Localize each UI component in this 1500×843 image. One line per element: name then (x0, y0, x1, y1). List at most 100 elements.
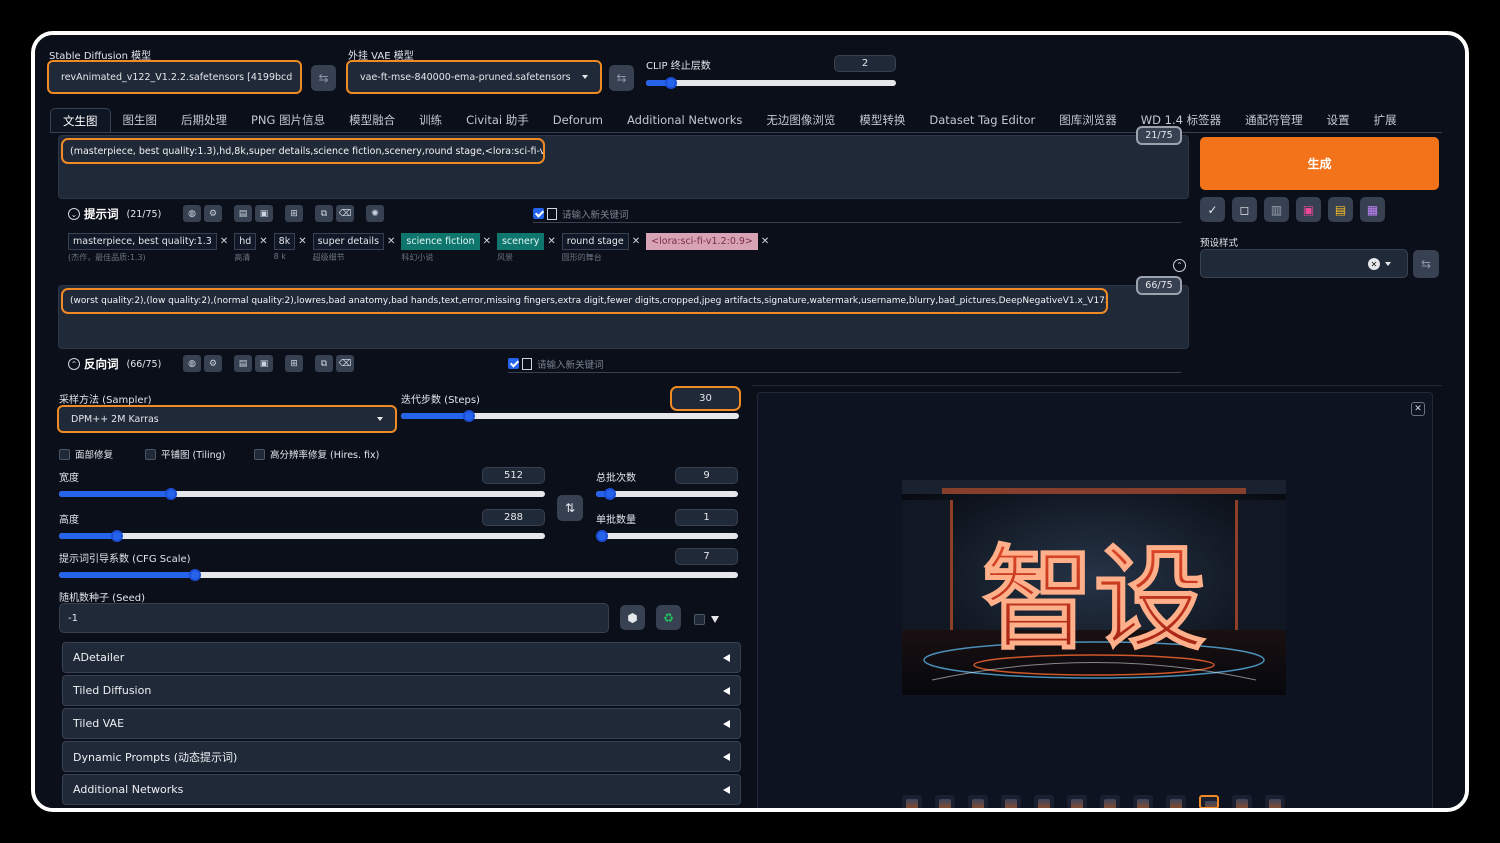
sampler-select[interactable]: DPM++ 2M Karras (57, 405, 397, 433)
tab-11[interactable]: Dataset Tag Editor (917, 108, 1047, 132)
tab-7[interactable]: Deforum (541, 108, 615, 132)
remove-tag-icon[interactable]: ✕ (761, 236, 769, 247)
remove-tag-icon[interactable]: ✕ (387, 236, 395, 247)
thumbnail[interactable] (1067, 795, 1087, 808)
tab-16[interactable]: 扩展 (1362, 108, 1409, 132)
negative-kw-checkbox[interactable] (508, 358, 519, 369)
prompt-tag[interactable]: <lora:sci-fi-v1.2:0.9> ✕ (646, 233, 769, 263)
tab-10[interactable]: 模型转换 (847, 108, 917, 132)
clip-slider[interactable] (646, 77, 896, 89)
trash-icon[interactable]: ⌫ (336, 355, 354, 372)
remove-tag-icon[interactable]: ✕ (259, 236, 267, 247)
tab-12[interactable]: 图库浏览器 (1047, 108, 1129, 132)
save-icon[interactable]: ▦ (1360, 197, 1385, 222)
paste-icon[interactable]: ▤ (234, 355, 252, 372)
accordion-2[interactable]: Tiled VAE (62, 708, 741, 739)
prompt-tag-text[interactable]: round stage (561, 233, 629, 250)
prompt-tag[interactable]: scenery ✕ 风景 (496, 233, 556, 263)
apply-style-button[interactable]: ⇆ (1413, 250, 1439, 278)
tiling-option[interactable]: 平铺图 (Tiling) (145, 447, 225, 461)
swap-dimensions-button[interactable]: ⇅ (557, 495, 583, 521)
thumbnail[interactable] (1232, 795, 1252, 808)
copy-icon[interactable]: ⧉ (315, 205, 333, 222)
extra-seed-toggle-icon[interactable] (711, 616, 719, 623)
gear-icon[interactable]: ⚙ (204, 355, 222, 372)
clip-slider-knob[interactable] (665, 77, 677, 89)
prompt-tag-chip[interactable]: super details ✕ (312, 233, 395, 250)
negative-keyword-input[interactable]: 请输入新关键词 (537, 357, 604, 371)
remove-tag-icon[interactable]: ✕ (632, 236, 640, 247)
face-restore-option[interactable]: 面部修复 (59, 447, 113, 461)
remove-tag-icon[interactable]: ✕ (547, 236, 555, 247)
tab-5[interactable]: 训练 (407, 108, 454, 132)
clip-value[interactable]: 2 (834, 55, 896, 72)
batch-size-slider-knob[interactable] (596, 530, 608, 542)
batch-count-slider-knob[interactable] (604, 488, 617, 500)
prompt-tag-chip[interactable]: 8k ✕ (273, 233, 307, 250)
tab-0[interactable]: 文生图 (50, 108, 111, 132)
tab-15[interactable]: 设置 (1315, 108, 1362, 132)
steps-slider-knob[interactable] (462, 410, 475, 422)
seed-input[interactable]: -1 (59, 603, 609, 633)
height-input[interactable]: 288 (482, 509, 545, 526)
thumbnail[interactable] (1199, 795, 1219, 808)
hires-option[interactable]: 高分辨率修复 (Hires. fix) (254, 447, 379, 461)
styles-select[interactable]: ✕ (1200, 249, 1408, 278)
save-icon[interactable]: ▣ (255, 205, 273, 222)
prompt-tag-text[interactable]: hd (234, 233, 257, 250)
translate-icon[interactable]: ⊞ (285, 355, 303, 372)
vae-select[interactable]: vae-ft-mse-840000-ema-pruned.safetensors (346, 60, 602, 94)
copy-icon[interactable]: ⧉ (315, 355, 333, 372)
globe-icon[interactable]: ◍ (183, 355, 201, 372)
negative-input[interactable]: (worst quality:2),(low quality:2),(norma… (61, 288, 1108, 314)
trash-icon[interactable]: ▥ (1264, 197, 1289, 222)
hires-checkbox[interactable] (254, 448, 265, 460)
width-slider-knob[interactable] (164, 488, 177, 500)
tab-4[interactable]: 模型融合 (337, 108, 407, 132)
collapse-icon[interactable]: ⌄ (68, 208, 80, 220)
cfg-input[interactable]: 7 (675, 548, 738, 565)
gear-icon[interactable]: ⚙ (204, 205, 222, 222)
thumbnail[interactable] (902, 795, 922, 808)
thumbnail[interactable] (1265, 795, 1285, 808)
tab-9[interactable]: 无边图像浏览 (754, 108, 847, 132)
prompt-tag-text[interactable]: science fiction (401, 233, 480, 250)
prompt-tag-text[interactable]: scenery (496, 233, 545, 250)
output-image[interactable]: 智设 (902, 480, 1286, 695)
remove-tag-icon[interactable]: ✕ (483, 236, 491, 247)
batch-count-input[interactable]: 9 (675, 467, 738, 484)
height-slider-knob[interactable] (111, 530, 124, 542)
prompt-tag-chip[interactable]: <lora:sci-fi-v1.2:0.9> ✕ (646, 233, 769, 250)
check-icon[interactable]: ✓ (1200, 197, 1225, 222)
tab-3[interactable]: PNG 图片信息 (239, 108, 337, 132)
face-restore-checkbox[interactable] (59, 448, 70, 460)
accordion-4[interactable]: Additional Networks (62, 774, 741, 805)
prompt-tag[interactable]: round stage ✕ 圆形的舞台 (561, 233, 640, 263)
tab-1[interactable]: 图生图 (111, 108, 170, 132)
tab-2[interactable]: 后期处理 (169, 108, 239, 132)
settings-icon[interactable]: ✺ (366, 205, 384, 222)
batch-count-slider[interactable] (596, 488, 738, 500)
prompt-tag-text[interactable]: super details (312, 233, 385, 250)
prompt-tag-chip[interactable]: hd ✕ (234, 233, 268, 250)
extra-seed-checkbox[interactable] (694, 614, 705, 625)
prompt-tag-text[interactable]: <lora:sci-fi-v1.2:0.9> (646, 233, 758, 250)
cfg-slider-knob[interactable] (188, 569, 201, 581)
sd-model-select[interactable]: revAnimated_v122_V1.2.2.safetensors [419… (47, 60, 302, 94)
prompt-keyword-input[interactable]: 请输入新关键词 (562, 207, 629, 221)
prompt-kw-checkbox[interactable] (533, 208, 544, 219)
globe-icon[interactable]: ◍ (183, 205, 201, 222)
save-icon[interactable]: ▣ (255, 355, 273, 372)
chevron-up-icon[interactable]: ⌃ (1173, 259, 1186, 272)
steps-slider[interactable] (401, 410, 739, 422)
thumbnail[interactable] (968, 795, 988, 808)
cfg-slider[interactable] (59, 569, 738, 581)
prompt-tag-chip[interactable]: scenery ✕ (496, 233, 556, 250)
refresh-sd-button[interactable]: ⇆ (311, 65, 336, 91)
random-seed-button[interactable]: ⬢ (620, 605, 645, 630)
width-input[interactable]: 512 (482, 467, 545, 484)
steps-input[interactable]: 30 (670, 386, 741, 411)
prompt-tag[interactable]: science fiction ✕ 科幻小说 (401, 233, 491, 263)
trash-icon[interactable]: ⌫ (336, 205, 354, 222)
thumbnail[interactable] (1001, 795, 1021, 808)
